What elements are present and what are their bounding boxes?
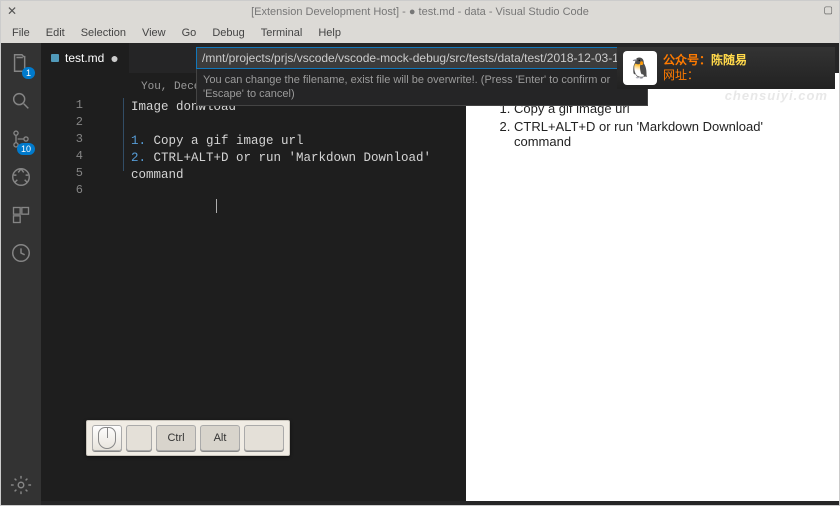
timeline-icon[interactable] — [9, 241, 33, 265]
explorer-badge: 1 — [22, 67, 35, 79]
window-titlebar: ✕ [Extension Development Host] - ● test.… — [1, 1, 839, 23]
window-title: [Extension Development Host] - ● test.md… — [1, 6, 839, 18]
maximize-window-icon[interactable]: ▢ — [824, 5, 833, 16]
watermark-banner: 🐧 公众号：陈随易 网址： — [617, 47, 835, 89]
filename-input[interactable] — [196, 47, 648, 69]
preview-item-2: CTRL+ALT+D or run 'Markdown Download' co… — [514, 119, 813, 149]
quick-input-box: You can change the filename, exist file … — [196, 47, 648, 106]
search-icon[interactable] — [9, 89, 33, 113]
watermark-url: chensuiyi.com — [725, 88, 828, 103]
text-cursor — [131, 199, 217, 213]
ctrl-key: Ctrl — [156, 425, 196, 451]
extensions-icon[interactable] — [9, 203, 33, 227]
scm-badge: 10 — [17, 143, 35, 155]
menu-view[interactable]: View — [135, 25, 173, 41]
markdown-file-icon — [51, 54, 59, 62]
markdown-preview: Copy a gif image url CTRL+ALT+D or run '… — [466, 73, 839, 501]
activity-bar: 1 10 — [1, 43, 41, 505]
menu-bar: File Edit Selection View Go Debug Termin… — [1, 23, 839, 43]
menu-edit[interactable]: Edit — [39, 25, 72, 41]
source-control-icon[interactable]: 10 — [9, 127, 33, 151]
menu-debug[interactable]: Debug — [205, 25, 251, 41]
menu-file[interactable]: File — [5, 25, 37, 41]
settings-gear-icon[interactable] — [9, 473, 33, 497]
line-numbers: 1 2 3 4 5 6 — [41, 97, 101, 199]
menu-terminal[interactable]: Terminal — [254, 25, 310, 41]
preview-list: Copy a gif image url CTRL+ALT+D or run '… — [492, 101, 813, 149]
key-spacer2 — [244, 425, 284, 451]
watermark-avatar-icon: 🐧 — [623, 51, 657, 85]
alt-key: Alt — [200, 425, 240, 451]
menu-selection[interactable]: Selection — [74, 25, 133, 41]
input-hint: You can change the filename, exist file … — [196, 69, 648, 106]
menu-help[interactable]: Help — [311, 25, 348, 41]
tab-label: test.md — [65, 51, 104, 65]
keystroke-overlay: Ctrl Alt — [86, 420, 290, 456]
tab-test-md[interactable]: test.md ● — [41, 43, 129, 73]
debug-icon[interactable] — [9, 165, 33, 189]
menu-go[interactable]: Go — [175, 25, 204, 41]
close-window-icon[interactable]: ✕ — [7, 4, 17, 18]
indent-guide — [123, 98, 124, 171]
mouse-indicator — [92, 425, 122, 451]
code-content[interactable]: Image donwload 1. Copy a gif image url 2… — [41, 93, 466, 218]
explorer-icon[interactable]: 1 — [9, 51, 33, 75]
tab-dirty-icon: ● — [110, 50, 118, 66]
key-spacer — [126, 425, 152, 451]
